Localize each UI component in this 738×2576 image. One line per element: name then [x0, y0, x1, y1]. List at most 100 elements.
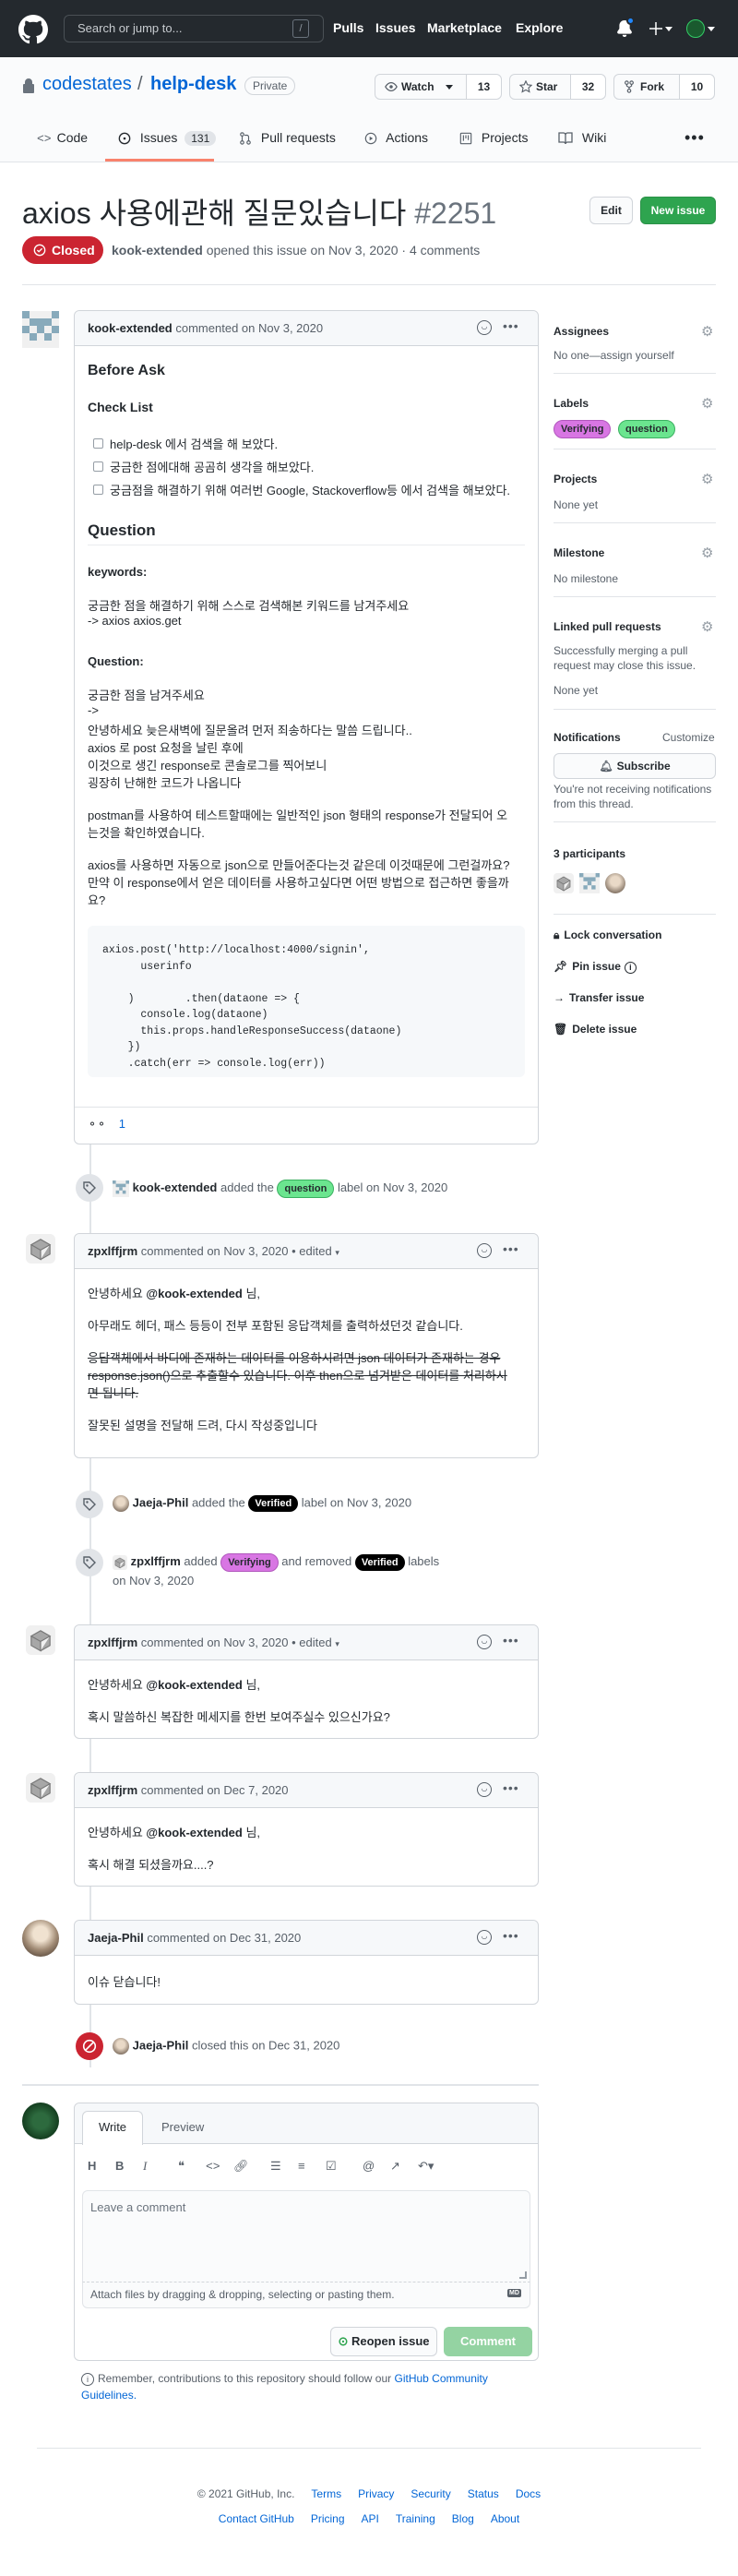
sidebar-projects[interactable]: Projects: [554, 473, 597, 485]
repo-name-link[interactable]: help-desk: [150, 74, 236, 95]
footer-link[interactable]: Status: [468, 2487, 499, 2500]
edit-button[interactable]: Edit: [589, 197, 633, 224]
event-actor[interactable]: Jaeja-Phil: [133, 2038, 189, 2052]
comment-author[interactable]: kook-extended: [88, 321, 173, 335]
user-mention[interactable]: @kook-extended: [146, 1826, 242, 1839]
label-verifying[interactable]: Verifying: [220, 1553, 279, 1572]
chevron-down-icon[interactable]: [665, 27, 673, 31]
kebab-menu-icon[interactable]: •••: [503, 1780, 519, 1795]
markdown-icon[interactable]: MD: [507, 2289, 521, 2297]
sidebar-labels[interactable]: Labels: [554, 397, 589, 410]
label-verified[interactable]: Verified: [248, 1495, 299, 1513]
guidelines-link[interactable]: GitHub Community: [395, 2372, 488, 2385]
tab-preview[interactable]: Preview: [161, 2120, 204, 2134]
zpxlffjrm-avatar[interactable]: [26, 1773, 55, 1803]
smiley-icon[interactable]: ◡: [477, 1782, 492, 1797]
nav-issues[interactable]: Issues: [375, 20, 416, 35]
participant-avatar[interactable]: [605, 873, 625, 893]
jaeja-phil-avatar[interactable]: [22, 1920, 59, 1957]
smiley-icon[interactable]: ◡: [477, 320, 492, 335]
kebab-menu-icon[interactable]: •••: [503, 1241, 519, 1256]
repo-owner-link[interactable]: codestates: [42, 74, 132, 95]
subscribe-button[interactable]: 🔔︎ Subscribe: [554, 753, 716, 779]
kebab-menu-icon[interactable]: •••: [503, 1928, 519, 1943]
comment-button[interactable]: Comment: [444, 2327, 532, 2356]
resize-handle-icon[interactable]: [519, 2271, 527, 2279]
footer-link[interactable]: Training: [396, 2512, 435, 2525]
comment-textarea[interactable]: Leave a comment: [82, 2190, 530, 2282]
nav-pulls[interactable]: Pulls: [333, 20, 363, 35]
jaeja-phil-avatar[interactable]: [113, 2038, 129, 2055]
tab-projects[interactable]: Projects: [459, 130, 528, 145]
quote-icon[interactable]: ❝: [178, 2159, 206, 2174]
user-mention[interactable]: @kook-extended: [146, 1678, 242, 1692]
label-question[interactable]: question: [277, 1180, 335, 1198]
heading-icon[interactable]: H: [88, 2159, 115, 2173]
participant-avatar[interactable]: [554, 873, 574, 893]
task-checkbox[interactable]: [93, 461, 103, 472]
new-issue-button[interactable]: New issue: [640, 197, 716, 224]
chevron-down-icon[interactable]: [708, 27, 715, 31]
label-verified[interactable]: Verified: [354, 1554, 405, 1571]
tab-code[interactable]: <> Code: [37, 130, 88, 146]
gear-icon[interactable]: ⚙: [701, 323, 713, 340]
zpxlffjrm-avatar[interactable]: [26, 1234, 55, 1264]
identicon-avatar[interactable]: [113, 1180, 129, 1197]
user-avatar[interactable]: [686, 19, 705, 38]
nav-explore[interactable]: Explore: [516, 20, 563, 35]
label-verifying[interactable]: Verifying: [554, 420, 612, 438]
comment-author[interactable]: zpxlffjrm: [88, 1783, 137, 1797]
task-checkbox[interactable]: [93, 438, 103, 449]
tab-wiki[interactable]: Wiki: [558, 130, 606, 145]
zpxlffjrm-avatar[interactable]: [113, 1554, 127, 1570]
kebab-menu-icon[interactable]: •••: [503, 1633, 519, 1647]
zpxlffjrm-avatar[interactable]: [26, 1625, 55, 1655]
comment-author[interactable]: zpxlffjrm: [88, 1635, 137, 1649]
sidebar-assignees[interactable]: Assignees: [554, 325, 609, 338]
smiley-icon[interactable]: ◡: [477, 1243, 492, 1258]
smiley-icon[interactable]: ◡: [477, 1930, 492, 1945]
user-mention[interactable]: @kook-extended: [146, 1287, 242, 1300]
tab-actions[interactable]: Actions: [364, 130, 428, 145]
search-input[interactable]: Search or jump to...: [64, 15, 324, 42]
gear-icon[interactable]: ⚙: [701, 395, 713, 412]
guidelines-link[interactable]: Guidelines.: [81, 2389, 137, 2402]
comment-author[interactable]: Jaeja-Phil: [88, 1931, 144, 1945]
info-icon[interactable]: i: [624, 962, 637, 974]
footer-link[interactable]: Docs: [516, 2487, 541, 2500]
tab-issues[interactable]: Issues 131: [118, 130, 217, 146]
github-logo-icon[interactable]: [18, 15, 48, 44]
nav-marketplace[interactable]: Marketplace: [427, 20, 502, 35]
lock-conversation-link[interactable]: 🔒︎ Lock conversation: [554, 929, 661, 942]
star-count[interactable]: 32: [570, 75, 605, 99]
link-icon[interactable]: 🔗︎: [233, 2159, 270, 2174]
task-checkbox[interactable]: [93, 485, 103, 495]
tab-pull-requests[interactable]: Pull requests: [239, 130, 336, 145]
footer-link[interactable]: Pricing: [311, 2512, 345, 2525]
event-actor[interactable]: zpxlffjrm: [131, 1554, 181, 1568]
fork-button[interactable]: Fork 10: [613, 74, 715, 100]
identicon-avatar[interactable]: [22, 311, 59, 348]
event-actor[interactable]: Jaeja-Phil: [133, 1495, 189, 1509]
star-button[interactable]: Star 32: [509, 74, 606, 100]
mention-icon[interactable]: @: [363, 2159, 390, 2173]
footer-link[interactable]: Blog: [452, 2512, 474, 2525]
kebab-menu-icon[interactable]: •••: [503, 318, 519, 333]
customize-link[interactable]: Customize: [662, 731, 715, 744]
tab-write[interactable]: Write: [82, 2111, 143, 2145]
chevron-down-icon[interactable]: ▾: [335, 1248, 339, 1257]
footer-link[interactable]: Contact GitHub: [219, 2512, 294, 2525]
bold-icon[interactable]: B: [115, 2159, 143, 2173]
label-question[interactable]: question: [618, 420, 675, 438]
assignees-value[interactable]: No one—assign yourself: [554, 349, 674, 362]
watch-button[interactable]: Watch 13: [375, 74, 502, 100]
delete-issue-link[interactable]: 🗑︎ Delete issue: [554, 1023, 637, 1036]
code-icon[interactable]: <>: [206, 2160, 233, 2174]
italic-icon[interactable]: I: [143, 2159, 178, 2174]
reference-icon[interactable]: ↗: [390, 2159, 418, 2174]
pin-issue-link[interactable]: 📌︎ Pin issue i: [554, 960, 637, 974]
comment-author[interactable]: zpxlffjrm: [88, 1244, 137, 1258]
reply-icon[interactable]: ↶▾: [418, 2159, 446, 2174]
footer-link[interactable]: About: [491, 2512, 519, 2525]
gear-icon[interactable]: ⚙: [701, 545, 713, 561]
